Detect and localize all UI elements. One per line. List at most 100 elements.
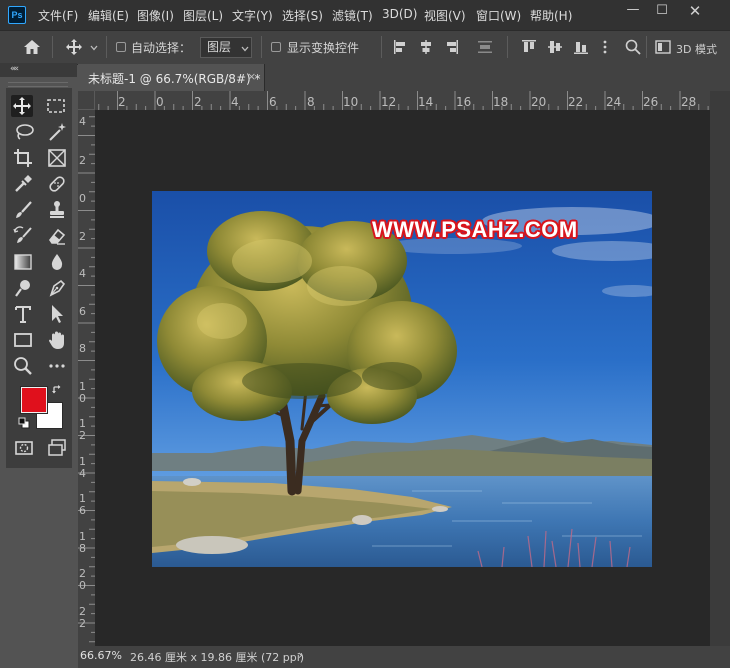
menu-help[interactable]: 帮助(H): [530, 7, 572, 24]
dodge-tool-icon[interactable]: [12, 277, 34, 299]
crop-tool-icon[interactable]: [12, 147, 34, 169]
ruler-label: 20: [531, 95, 547, 109]
menu-layer[interactable]: 图层(L): [183, 7, 223, 24]
options-separator: [106, 36, 107, 58]
ruler-label: 8: [79, 342, 86, 355]
collapse-panel-button[interactable]: ««: [10, 64, 19, 74]
menu-view[interactable]: 视图(V): [424, 7, 466, 24]
maximize-button[interactable]: ☐: [647, 0, 677, 22]
ruler-label: 6: [269, 95, 277, 109]
options-separator: [261, 36, 262, 58]
menu-edit[interactable]: 编辑(E): [88, 7, 129, 24]
home-icon[interactable]: [22, 38, 42, 56]
auto-select-target-value: 图层: [207, 40, 232, 54]
close-tab-button[interactable]: ×: [247, 70, 256, 83]
vertical-ruler: [78, 110, 95, 646]
menu-window[interactable]: 窗口(W): [476, 7, 521, 24]
move-tool-icon[interactable]: [11, 95, 33, 117]
ruler-label: 12: [79, 417, 86, 442]
healing-brush-tool-icon[interactable]: [46, 173, 68, 195]
ruler-origin[interactable]: [78, 91, 95, 110]
ruler-label: 20: [79, 567, 86, 592]
align-bottom-icon[interactable]: [572, 38, 590, 56]
ruler-label: 2: [79, 154, 86, 167]
blur-tool-icon[interactable]: [46, 251, 68, 273]
frame-tool-icon[interactable]: [46, 147, 68, 169]
eraser-tool-icon[interactable]: [46, 225, 68, 247]
brush-tool-icon[interactable]: [12, 199, 34, 221]
foreground-color-swatch[interactable]: [21, 387, 47, 413]
align-vertical-center-icon[interactable]: [546, 38, 564, 56]
marquee-tool-icon[interactable]: [45, 95, 67, 117]
quick-mask-icon[interactable]: [13, 437, 35, 459]
rectangle-tool-icon[interactable]: [12, 329, 34, 351]
menu-type[interactable]: 文字(Y): [232, 7, 273, 24]
pen-tool-icon[interactable]: [46, 277, 68, 299]
ruler-label: 14: [79, 455, 86, 480]
close-window-button[interactable]: ✕: [680, 0, 710, 22]
swap-colors-icon[interactable]: [51, 384, 63, 396]
document-image[interactable]: [152, 191, 652, 567]
zoom-level-field[interactable]: 66.67%: [80, 649, 126, 665]
ruler-label: 10: [79, 380, 86, 405]
watermark-text: WWW.PSAHZ.COM: [372, 217, 578, 242]
history-brush-tool-icon[interactable]: [12, 225, 34, 247]
align-horizontal-center-icon[interactable]: [418, 38, 434, 56]
hand-tool-icon[interactable]: [46, 329, 68, 351]
ruler-label: 0: [79, 192, 86, 205]
chevron-down-icon[interactable]: [89, 42, 99, 52]
document-tab-title[interactable]: 未标题-1 @ 66.7%(RGB/8#) *: [88, 70, 261, 87]
document-size-info: 26.46 厘米 x 19.86 厘米 (72 ppi): [130, 651, 305, 664]
auto-select-checkbox[interactable]: [116, 42, 126, 52]
show-transform-label: 显示变换控件: [287, 41, 360, 55]
menu-image[interactable]: 图像(I): [137, 7, 174, 24]
distribute-spacing-icon[interactable]: [476, 38, 494, 56]
default-colors-icon[interactable]: [18, 417, 30, 429]
options-separator: [381, 36, 382, 58]
move-tool-preset-icon[interactable]: [64, 38, 84, 56]
zoom-tool-icon[interactable]: [12, 355, 34, 377]
ruler-label: 4: [79, 115, 86, 128]
ruler-label: 18: [493, 95, 509, 109]
menu-file[interactable]: 文件(F): [38, 7, 78, 24]
menu-filter[interactable]: 滤镜(T): [332, 7, 373, 24]
options-bar: [0, 30, 730, 65]
photoshop-logo-icon: Ps: [8, 6, 26, 24]
eyedropper-tool-icon[interactable]: [12, 173, 34, 195]
ruler-label: 28: [681, 95, 697, 109]
align-left-icon[interactable]: [392, 38, 408, 56]
align-right-icon[interactable]: [444, 38, 460, 56]
clone-stamp-tool-icon[interactable]: [46, 199, 68, 221]
3d-mode-label[interactable]: 3D 模式: [676, 41, 730, 57]
magic-wand-tool-icon[interactable]: [46, 121, 68, 143]
path-selection-tool-icon[interactable]: [46, 303, 68, 325]
ruler-label: 24: [606, 95, 622, 109]
align-top-icon[interactable]: [520, 38, 538, 56]
lasso-tool-icon[interactable]: [13, 121, 35, 143]
type-tool-icon[interactable]: [12, 303, 34, 325]
search-icon[interactable]: [624, 38, 642, 56]
screen-mode-icon[interactable]: [46, 437, 68, 459]
minimize-button[interactable]: —: [618, 0, 648, 21]
ruler-label: 6: [79, 305, 86, 318]
landscape-tree-photo: [152, 191, 652, 567]
ruler-label: 18: [79, 530, 86, 555]
ruler-label: 26: [643, 95, 659, 109]
menu-3d[interactable]: 3D(D): [382, 7, 417, 21]
ruler-label: 8: [307, 95, 315, 109]
ruler-label: 4: [79, 267, 86, 280]
ruler-label: 16: [79, 492, 86, 517]
workspace-icon[interactable]: [654, 38, 672, 56]
menu-select[interactable]: 选择(S): [282, 7, 323, 24]
vertical-scrollbar[interactable]: [710, 91, 730, 646]
gradient-tool-icon[interactable]: [12, 251, 34, 273]
ruler-label: 22: [568, 95, 584, 109]
more-options-icon[interactable]: [598, 38, 612, 56]
panel-grip[interactable]: [8, 82, 68, 87]
show-transform-checkbox[interactable]: [271, 42, 281, 52]
edit-toolbar-icon[interactable]: [46, 355, 68, 377]
chevron-down-icon: [240, 43, 250, 53]
status-menu-arrow[interactable]: ›: [298, 648, 303, 662]
ruler-label: 2: [118, 95, 126, 109]
options-separator: [507, 36, 508, 58]
